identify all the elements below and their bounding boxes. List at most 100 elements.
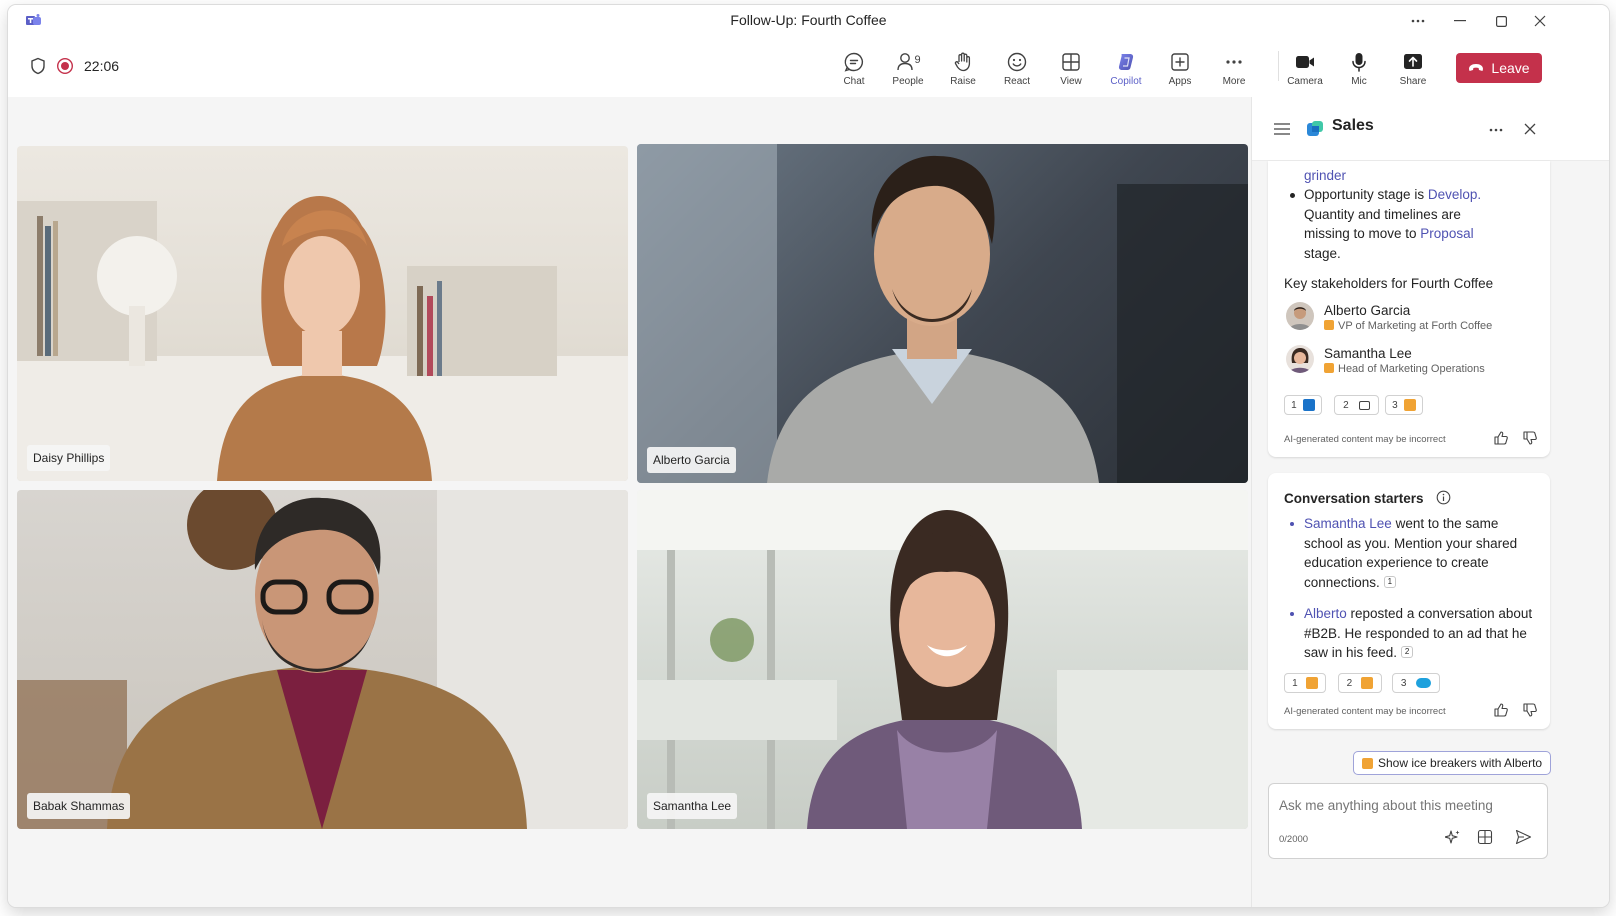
video-tile-samantha-lee[interactable]: Samantha Lee xyxy=(637,490,1248,829)
citation-marker[interactable]: 2 xyxy=(1400,646,1414,658)
meeting-info: 22:06 xyxy=(30,57,119,75)
react-button[interactable]: React xyxy=(989,51,1045,91)
participant-name-tag: Babak Shammas xyxy=(27,793,131,819)
people-button[interactable]: 9 People xyxy=(880,51,936,91)
partial-link[interactable]: grinder xyxy=(1304,166,1346,186)
opportunity-stage-text: Opportunity stage is Develop. Quantity a… xyxy=(1304,187,1482,261)
hamburger-menu-icon[interactable] xyxy=(1274,123,1290,135)
more-label: More xyxy=(1222,76,1246,87)
stakeholder-role: VP of Marketing at Forth Coffee xyxy=(1324,320,1492,332)
avatar-alberto[interactable] xyxy=(1286,302,1314,330)
bullet xyxy=(1290,193,1295,198)
meeting-timer: 22:06 xyxy=(84,58,120,74)
apps-label: Apps xyxy=(1168,76,1192,87)
copilot-input-box: 0/2000 xyxy=(1268,783,1548,859)
develop-link[interactable]: Develop. xyxy=(1428,187,1481,202)
send-icon[interactable] xyxy=(1515,829,1532,845)
shield-icon xyxy=(31,57,45,75)
teams-window: Follow-Up: Fourth Coffee 22:06 Chat 9 Pe… xyxy=(8,5,1609,907)
video-tile-daisy-phillips[interactable]: Daisy Phillips xyxy=(17,146,628,481)
thumbs-down-icon[interactable] xyxy=(1522,702,1538,718)
insights-card: grinder Opportunity stage is Develop. Qu… xyxy=(1268,161,1550,457)
copilot-icon xyxy=(1118,54,1134,70)
outlook-icon xyxy=(1302,399,1315,411)
camera-button[interactable]: Camera xyxy=(1277,51,1333,91)
camera-icon xyxy=(1296,56,1314,68)
more-icon xyxy=(1226,60,1242,64)
apps-button[interactable]: Apps xyxy=(1152,51,1208,91)
character-counter: 0/2000 xyxy=(1279,834,1309,845)
participant-name-tag: Daisy Phillips xyxy=(27,445,111,471)
mic-icon xyxy=(1352,53,1366,72)
stakeholder-role: Head of Marketing Operations xyxy=(1324,363,1485,375)
proposal-link[interactable]: Proposal xyxy=(1420,226,1473,241)
add-app-icon xyxy=(1171,53,1189,71)
leave-button[interactable]: Leave xyxy=(1456,53,1542,83)
linkedin-sales-icon xyxy=(1403,399,1416,411)
video-tile-babak-shammas[interactable]: Babak Shammas xyxy=(17,490,628,829)
info-icon[interactable] xyxy=(1436,490,1451,505)
salesforce-icon xyxy=(1416,678,1432,688)
copilot-button[interactable]: Copilot xyxy=(1098,51,1154,91)
stakeholders-heading: Key stakeholders for Fourth Coffee xyxy=(1284,276,1494,291)
thumbs-down-icon[interactable] xyxy=(1522,430,1538,446)
smile-icon xyxy=(1007,52,1027,72)
maximize-icon[interactable] xyxy=(1481,9,1521,33)
chat-button[interactable]: Chat xyxy=(826,51,882,91)
people-label: People xyxy=(892,76,924,87)
more-options-icon[interactable] xyxy=(1398,9,1438,33)
participant-video xyxy=(637,490,1248,829)
reference-chip[interactable]: 2 xyxy=(1338,673,1382,693)
panel-close-icon[interactable] xyxy=(1524,123,1536,135)
close-icon[interactable] xyxy=(1520,9,1560,33)
share-button[interactable]: Share xyxy=(1385,51,1441,91)
reference-chip[interactable]: 2 xyxy=(1334,395,1379,415)
reference-chip[interactable]: 3 xyxy=(1385,395,1423,415)
stakeholder-name[interactable]: Samantha Lee xyxy=(1324,344,1412,364)
attach-apps-icon[interactable] xyxy=(1477,829,1493,845)
samantha-link[interactable]: Samantha Lee xyxy=(1304,516,1392,531)
panel-more-icon[interactable] xyxy=(1489,128,1503,132)
video-tile-alberto-garcia[interactable]: Alberto Garcia xyxy=(637,144,1248,483)
participant-name-tag: Samantha Lee xyxy=(647,793,738,819)
mic-button[interactable]: Mic xyxy=(1331,51,1387,91)
thumbs-up-icon[interactable] xyxy=(1493,430,1509,446)
raise-hand-button[interactable]: Raise xyxy=(935,51,991,91)
window-title: Follow-Up: Fourth Coffee xyxy=(730,12,887,28)
reference-chip[interactable]: 1 xyxy=(1284,673,1326,693)
stakeholder-name[interactable]: Alberto Garcia xyxy=(1324,301,1410,321)
more-button[interactable]: More xyxy=(1206,51,1262,91)
linkedin-sales-icon xyxy=(1324,363,1334,373)
view-label: View xyxy=(1060,76,1082,87)
reference-chip[interactable]: 3 xyxy=(1392,673,1440,693)
title-bar: Follow-Up: Fourth Coffee xyxy=(8,5,1609,37)
camera-label: Camera xyxy=(1287,76,1323,87)
participant-name-tag: Alberto Garcia xyxy=(647,447,736,473)
copilot-label: Copilot xyxy=(1110,76,1142,87)
copilot-panel: Sales grinder Opportunity stage is Devel… xyxy=(1251,97,1609,907)
bullet xyxy=(1290,612,1294,616)
suggestion-label: Show ice breakers with Alberto xyxy=(1378,756,1543,770)
share-icon xyxy=(1404,54,1422,69)
alberto-link[interactable]: Alberto xyxy=(1304,606,1347,621)
conversation-starters-card: Conversation starters Samantha Lee went … xyxy=(1268,473,1550,729)
citation-marker[interactable]: 1 xyxy=(1383,575,1397,588)
dynamics-sales-icon xyxy=(1307,121,1323,136)
suggestion-button[interactable]: Show ice breakers with Alberto xyxy=(1353,751,1552,775)
hang-up-icon xyxy=(1469,64,1484,71)
ask-input[interactable] xyxy=(1279,794,1537,816)
participant-video xyxy=(637,144,1248,483)
chat-icon xyxy=(844,52,864,72)
participant-video xyxy=(17,196,628,481)
thumbs-up-icon[interactable] xyxy=(1493,702,1509,718)
sparkle-prompt-icon[interactable] xyxy=(1445,829,1461,845)
minimize-icon[interactable] xyxy=(1440,9,1480,33)
panel-header: Sales xyxy=(1252,97,1609,161)
ai-disclaimer: AI-generated content may be incorrect xyxy=(1284,434,1446,445)
recording-icon xyxy=(56,57,74,75)
view-button[interactable]: View xyxy=(1043,51,1099,91)
video-stage: Daisy Phillips Alberto Garcia Babak Sham… xyxy=(8,97,1253,907)
leave-label: Leave xyxy=(1491,60,1530,76)
avatar-samantha[interactable] xyxy=(1286,345,1314,373)
reference-chip[interactable]: 1 xyxy=(1284,395,1322,415)
